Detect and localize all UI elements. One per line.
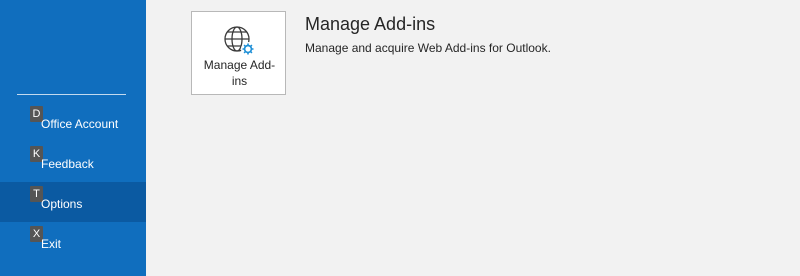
section-title: Manage Add-ins <box>305 14 436 34</box>
sidebar-item-office-account[interactable]: D Office Account <box>0 102 146 142</box>
sidebar-item-exit[interactable]: X Exit <box>0 222 146 262</box>
section-description: Manage and acquire Web Add-ins for Outlo… <box>305 41 551 55</box>
sidebar-item-label: Options <box>41 197 83 211</box>
sidebar-item-label: Office Account <box>41 117 119 131</box>
backstage-sidebar: D Office Account K Feedback T Options X … <box>0 0 146 276</box>
sidebar-item-label: Exit <box>41 237 62 251</box>
sidebar-item-label: Feedback <box>41 157 94 171</box>
sidebar-item-feedback[interactable]: K Feedback <box>0 142 146 182</box>
sidebar-item-options[interactable]: T Options <box>0 182 146 222</box>
tile-label-line: Manage Add- <box>203 58 276 72</box>
tile-label-line: ins <box>231 74 248 88</box>
tile-label: Manage Add- ins <box>192 57 287 89</box>
sidebar-divider <box>17 94 126 95</box>
globe-gear-icon <box>224 26 255 56</box>
manage-addins-button[interactable]: Manage Add- ins <box>191 11 286 95</box>
